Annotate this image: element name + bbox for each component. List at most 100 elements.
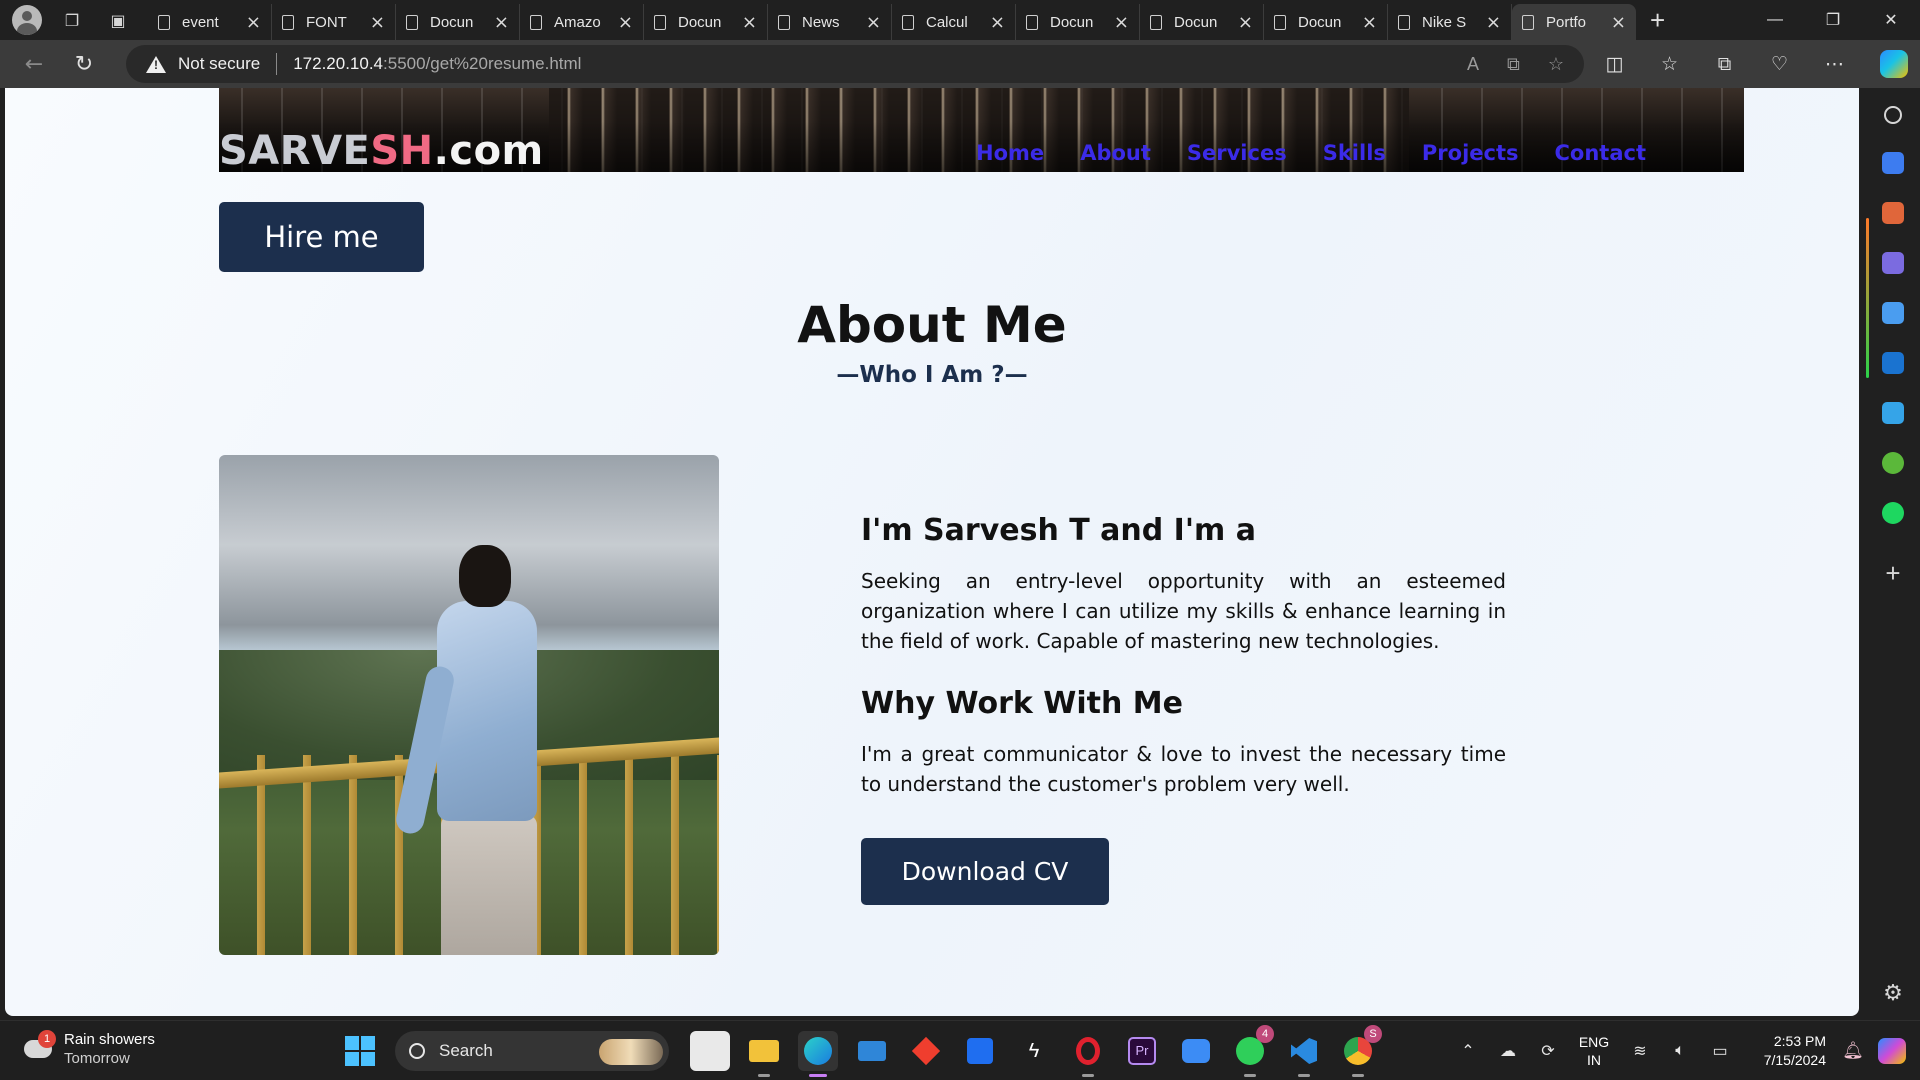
premiere-pro-icon[interactable]: Pr	[1122, 1031, 1162, 1071]
outlook-icon[interactable]	[1882, 352, 1904, 374]
dropbox-icon[interactable]	[960, 1031, 1000, 1071]
tree-icon[interactable]	[1882, 452, 1904, 474]
browser-tab[interactable]: Calcul ×	[892, 4, 1016, 40]
page-scrollbar[interactable]	[1866, 218, 1869, 378]
close-tab-icon[interactable]: ×	[866, 12, 881, 33]
nav-link-about[interactable]: About	[1080, 141, 1151, 165]
taskbar-search[interactable]: Search	[395, 1031, 669, 1071]
close-tab-icon[interactable]: ×	[246, 12, 261, 33]
browser-tab[interactable]: Docun ×	[1140, 4, 1264, 40]
nav-link-home[interactable]: Home	[976, 141, 1044, 165]
games-icon[interactable]	[1882, 252, 1904, 274]
read-aloud-icon[interactable]: A	[1467, 54, 1479, 75]
close-tab-icon[interactable]: ×	[1238, 12, 1253, 33]
file-explorer-icon[interactable]	[744, 1031, 784, 1077]
url-host[interactable]: 172.20.10.4	[293, 54, 383, 74]
minimize-button[interactable]: —	[1746, 0, 1804, 40]
browser-essentials-icon[interactable]: ♡	[1752, 53, 1807, 75]
nav-link-projects[interactable]: Projects	[1422, 141, 1519, 165]
start-button[interactable]	[345, 1036, 375, 1066]
show-hidden-icons-chevron-up-icon[interactable]: ⌃	[1448, 1041, 1488, 1061]
close-tab-icon[interactable]: ×	[990, 12, 1005, 33]
sidebar-settings-icon[interactable]: ⚙	[1883, 981, 1903, 1006]
workspaces-icon[interactable]: ❐	[56, 4, 88, 36]
language-indicator[interactable]: ENG IN	[1568, 1033, 1620, 1069]
pinned-apps: ϟ Pr 4 S	[683, 1025, 1385, 1077]
browser-tab[interactable]: Amazo ×	[520, 4, 644, 40]
sync-icon[interactable]: ⟳	[1528, 1041, 1568, 1061]
document-icon	[282, 14, 294, 30]
close-window-button[interactable]: ✕	[1862, 0, 1920, 40]
anydesk-icon[interactable]	[906, 1031, 946, 1071]
refresh-button[interactable]: ↻	[64, 44, 104, 84]
app-available-icon[interactable]: ⧉	[1507, 54, 1520, 75]
favorite-star-icon[interactable]: ☆	[1548, 54, 1564, 75]
split-screen-icon[interactable]: ◫	[1587, 53, 1642, 75]
browser-tab[interactable]: Docun ×	[1016, 4, 1140, 40]
copilot-sidebar-icon[interactable]	[1882, 302, 1904, 324]
copilot-taskbar-icon[interactable]	[1878, 1038, 1906, 1064]
opera-icon[interactable]	[1068, 1031, 1108, 1077]
favorites-icon[interactable]: ☆	[1642, 53, 1697, 75]
edge-icon[interactable]	[798, 1031, 838, 1077]
task-view-icon[interactable]	[690, 1031, 730, 1071]
volume-icon[interactable]: 🔈︎	[1660, 1042, 1700, 1060]
mail-icon[interactable]	[852, 1031, 892, 1071]
nav-link-skills[interactable]: Skills	[1323, 141, 1386, 165]
whatsapp-icon[interactable]: 4	[1230, 1025, 1274, 1077]
restore-button[interactable]: ❐	[1804, 0, 1862, 40]
browser-tab[interactable]: Docun ×	[1264, 4, 1388, 40]
close-tab-icon[interactable]: ×	[494, 12, 509, 33]
browser-tab[interactable]: Docun ×	[644, 4, 768, 40]
collections-icon[interactable]: ⧉	[1697, 53, 1752, 75]
close-tab-icon[interactable]: ×	[370, 12, 385, 33]
close-tab-icon[interactable]: ×	[618, 12, 633, 33]
onedrive-icon[interactable]: ☁	[1488, 1041, 1528, 1061]
nav-link-services[interactable]: Services	[1187, 141, 1287, 165]
profile-avatar[interactable]	[12, 5, 42, 35]
vertical-tabs-icon[interactable]: ▣	[102, 4, 134, 36]
download-cv-button[interactable]: Download CV	[861, 838, 1109, 905]
close-tab-icon[interactable]: ×	[742, 12, 757, 33]
browser-tab[interactable]: Docun ×	[396, 4, 520, 40]
wifi-icon[interactable]: ≋	[1620, 1041, 1660, 1061]
hire-me-button[interactable]: Hire me	[219, 202, 424, 272]
security-label[interactable]: Not secure	[178, 54, 260, 74]
telegram-icon[interactable]	[1882, 402, 1904, 424]
search-icon[interactable]	[1884, 106, 1902, 124]
close-tab-icon[interactable]: ×	[1362, 12, 1377, 33]
add-sidebar-app-icon[interactable]: +	[1885, 558, 1900, 589]
url-path[interactable]: :5500/get%20resume.html	[383, 54, 581, 74]
document-icon	[1522, 14, 1534, 30]
browser-tab[interactable]: News ×	[768, 4, 892, 40]
tools-icon[interactable]	[1882, 202, 1904, 224]
new-tab-button[interactable]: +	[1650, 5, 1665, 36]
address-bar[interactable]: Not secure 172.20.10.4:5500/get%20resume…	[126, 45, 1584, 83]
close-tab-icon[interactable]: ×	[1114, 12, 1129, 33]
browser-tab[interactable]: Nike S ×	[1388, 4, 1512, 40]
warning-icon[interactable]	[146, 55, 166, 73]
browser-tab-active[interactable]: Portfo ×	[1512, 4, 1636, 40]
close-tab-icon[interactable]: ×	[1611, 12, 1626, 33]
document-icon	[1026, 14, 1038, 30]
copilot-icon[interactable]	[1880, 50, 1908, 78]
chrome-icon[interactable]: S	[1338, 1025, 1382, 1077]
nav-link-contact[interactable]: Contact	[1555, 141, 1647, 165]
site-logo[interactable]: SARVESH.com	[219, 128, 544, 172]
weather-widget[interactable]: 1 Rain showers Tomorrow	[24, 1030, 155, 1067]
battery-icon[interactable]: ▭	[1700, 1041, 1740, 1061]
shopping-tag-icon[interactable]	[1882, 152, 1904, 174]
clock[interactable]: 2:53 PM 7/15/2024	[1740, 1032, 1826, 1070]
zoom-icon[interactable]	[1176, 1031, 1216, 1071]
spotify-icon[interactable]	[1882, 502, 1904, 524]
browser-tab[interactable]: event ×	[148, 4, 272, 40]
close-tab-icon[interactable]: ×	[1486, 12, 1501, 33]
notification-bell-icon[interactable]: 🔔︎	[1836, 1041, 1870, 1061]
back-button[interactable]: ←	[14, 44, 54, 84]
weather-when: Tomorrow	[64, 1050, 130, 1067]
vscode-icon[interactable]	[1284, 1031, 1324, 1077]
capcut-icon[interactable]: ϟ	[1014, 1031, 1054, 1071]
browser-tab[interactable]: FONT ×	[272, 4, 396, 40]
why-heading: Why Work With Me	[861, 686, 1183, 721]
more-menu-icon[interactable]: ⋯	[1807, 53, 1862, 75]
